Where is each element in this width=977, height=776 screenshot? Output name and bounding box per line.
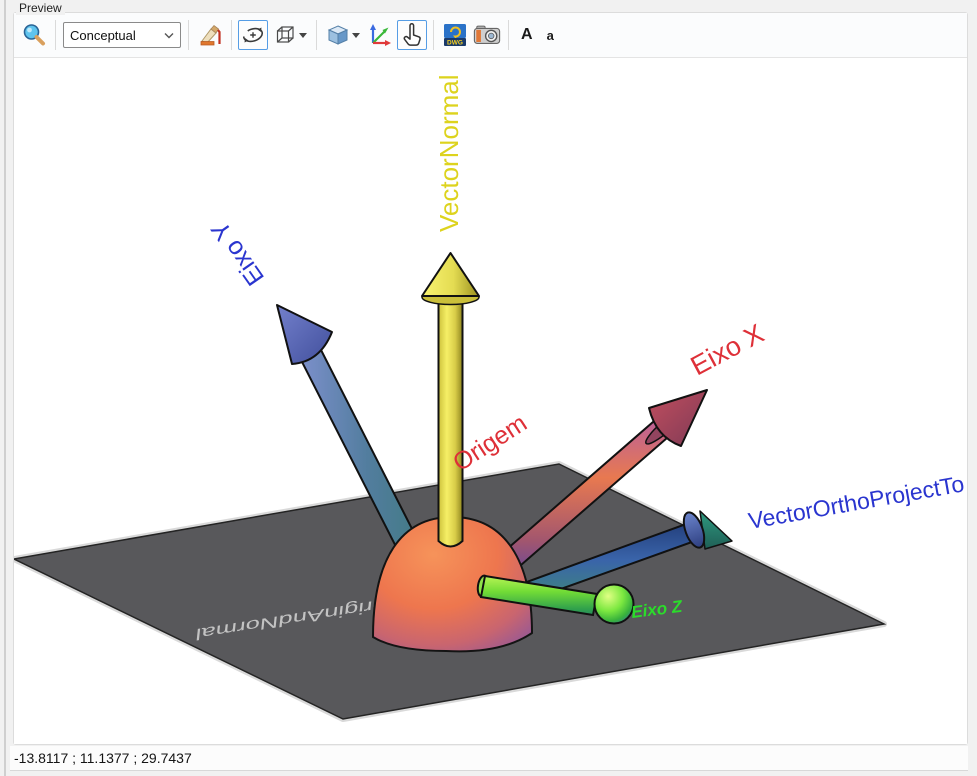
axes-icon bbox=[367, 22, 393, 48]
cube-wireframe-icon bbox=[274, 24, 297, 46]
preview-toolbar: Conceptual bbox=[14, 13, 967, 57]
view-cube-icon bbox=[326, 23, 350, 47]
dropdown-caret-icon bbox=[352, 33, 360, 38]
snapshot-button[interactable] bbox=[472, 20, 502, 50]
wireframe-views-menu-button[interactable] bbox=[270, 20, 310, 50]
cursor-coordinates: -13.8117 ; 11.1377 ; 29.7437 bbox=[14, 750, 192, 766]
toolbar-separator bbox=[188, 20, 189, 50]
dwg-icon-text: DWG bbox=[447, 40, 463, 47]
ucs-axes-button[interactable] bbox=[365, 20, 395, 50]
preview-groupbox: Conceptual bbox=[13, 12, 968, 745]
magnifier-icon bbox=[21, 22, 47, 48]
text-large-button[interactable]: A bbox=[521, 26, 533, 44]
vector-ortho-project-label: VectorOrthoProjectTo bbox=[746, 470, 966, 534]
scene-canvas: OriginAndNormal bbox=[14, 58, 967, 744]
preview-3d-viewport[interactable]: OriginAndNormal bbox=[14, 57, 967, 744]
orbit-icon bbox=[240, 22, 266, 48]
chevron-down-icon bbox=[164, 32, 174, 39]
camera-icon bbox=[473, 22, 501, 48]
pan-button[interactable] bbox=[397, 20, 427, 50]
orbit-button[interactable] bbox=[238, 20, 268, 50]
visual-style-value: Conceptual bbox=[70, 28, 136, 43]
save-dwg-button[interactable]: DWG bbox=[440, 20, 470, 50]
dropdown-caret-icon bbox=[299, 33, 307, 38]
status-bar: -13.8117 ; 11.1377 ; 29.7437 bbox=[10, 746, 968, 771]
panel-edge-line bbox=[4, 0, 6, 776]
vector-normal-label: VectorNormal bbox=[434, 75, 464, 233]
eixo-x-label: Eixo X bbox=[686, 318, 769, 381]
eixo-y-label: Eixo Y bbox=[206, 215, 270, 290]
toolbar-separator bbox=[508, 20, 509, 50]
panel-title: Preview bbox=[16, 1, 65, 15]
view-orientation-menu-button[interactable] bbox=[323, 20, 363, 50]
toolbar-separator bbox=[231, 20, 232, 50]
toolbar-separator bbox=[316, 20, 317, 50]
pan-hand-icon bbox=[399, 22, 425, 48]
visual-style-select[interactable]: Conceptual bbox=[63, 22, 181, 48]
render-material-button[interactable] bbox=[195, 20, 225, 50]
toolbar-separator bbox=[433, 20, 434, 50]
zoom-button[interactable] bbox=[19, 20, 49, 50]
text-small-button[interactable]: a bbox=[547, 28, 554, 43]
dwg-icon: DWG bbox=[442, 22, 468, 48]
toolbar-separator bbox=[55, 20, 56, 50]
paint-brush-icon bbox=[197, 22, 223, 48]
